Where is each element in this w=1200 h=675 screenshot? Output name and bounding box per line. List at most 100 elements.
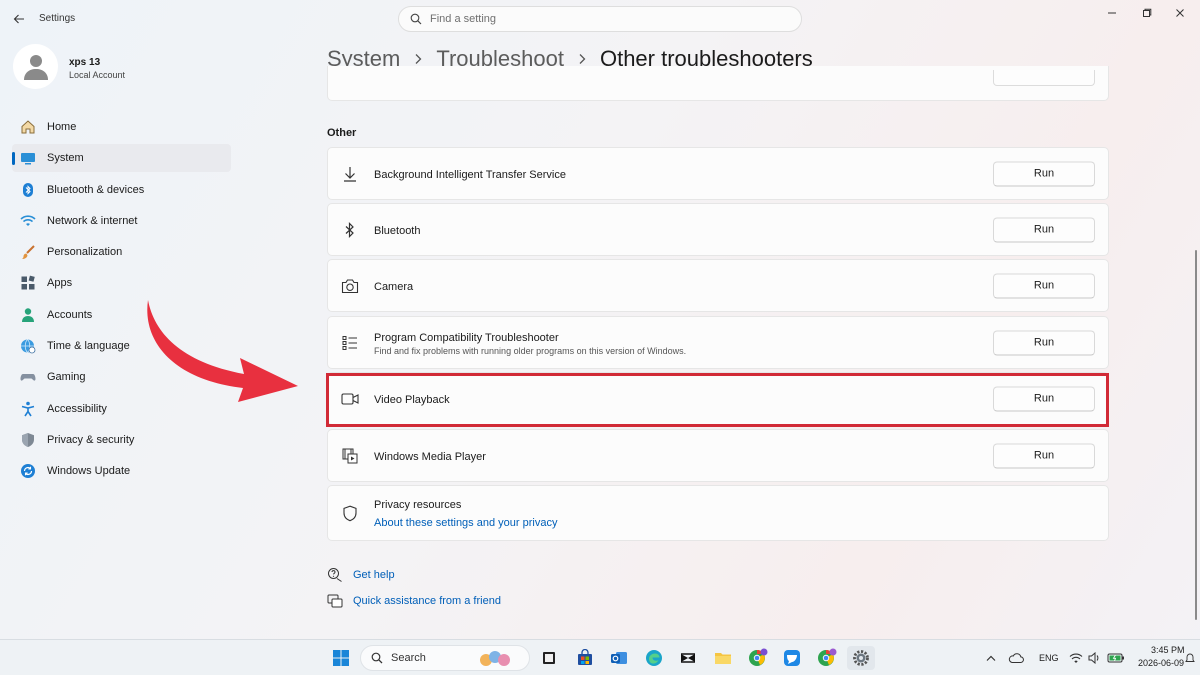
clock-time[interactable]: 3:45 PM [1151, 645, 1185, 655]
minimize-button[interactable] [1095, 4, 1129, 22]
notifications-button[interactable] [1183, 646, 1197, 670]
row-label: Windows Media Player [374, 451, 486, 463]
windows-logo-icon [333, 650, 349, 666]
volume-control[interactable] [1085, 646, 1105, 670]
run-button[interactable]: Run [993, 330, 1095, 355]
previous-run-button[interactable] [993, 70, 1095, 86]
sidebar-item-privacy[interactable]: Privacy & security [12, 426, 231, 454]
language-indicator[interactable]: ENG [1039, 653, 1059, 663]
onedrive-button[interactable] [1006, 646, 1026, 670]
update-icon [20, 463, 36, 479]
profile-account-type: Local Account [69, 70, 126, 80]
search-icon [410, 13, 422, 25]
capcut-icon [681, 653, 695, 663]
close-icon [1176, 9, 1184, 17]
microsoft-store-button[interactable] [573, 646, 597, 670]
row-label: Program Compatibility Troubleshooter [374, 332, 559, 344]
row-label: Camera [374, 281, 414, 293]
chrome-profile-2-button[interactable] [815, 646, 839, 670]
zalo-button[interactable] [780, 646, 804, 670]
run-button[interactable]: Run [993, 443, 1095, 468]
network-status[interactable] [1066, 646, 1086, 670]
run-button[interactable]: Run [993, 273, 1095, 298]
clock-date[interactable]: 2026-06-09 [1138, 658, 1184, 668]
chevron-right-icon [578, 53, 586, 65]
home-icon [20, 119, 36, 135]
brush-icon [20, 244, 36, 260]
shield-icon [20, 432, 36, 448]
get-help-label: Get help [353, 569, 395, 581]
taskbar: Search ENG 3:45 PM 2026-06-09 [0, 639, 1200, 675]
troubleshooter-row-camera: Camera Run [327, 259, 1109, 312]
gear-icon [853, 650, 869, 666]
settings-app-button[interactable] [847, 646, 875, 670]
taskbar-search[interactable]: Search [360, 645, 530, 671]
search-box[interactable] [398, 6, 802, 32]
chrome-profile-1-button[interactable] [746, 646, 770, 670]
apps-icon [20, 275, 36, 291]
highlight-box [326, 373, 1109, 427]
get-help-link[interactable]: Get help [327, 566, 395, 584]
accounts-icon [20, 307, 36, 323]
sidebar-item-network[interactable]: Network & internet [12, 207, 231, 235]
back-arrow-icon [13, 14, 24, 24]
start-button[interactable] [329, 646, 353, 670]
maximize-button[interactable] [1130, 4, 1164, 22]
profile-name: xps 13 [69, 57, 101, 68]
edge-icon [646, 650, 662, 666]
folder-icon [715, 653, 731, 664]
search-input[interactable] [430, 13, 770, 25]
outlook-icon [611, 652, 627, 664]
user-profile[interactable]: xps 13 Local Account [13, 44, 233, 92]
section-title: Other [327, 127, 357, 139]
sidebar-item-windows-update[interactable]: Windows Update [12, 457, 231, 485]
privacy-link[interactable]: About these settings and your privacy [374, 517, 557, 529]
edge-button[interactable] [642, 646, 666, 670]
chevron-right-icon [414, 53, 422, 65]
cloud-icon [1008, 653, 1024, 663]
avatar [13, 44, 58, 89]
chrome-icon [818, 648, 837, 666]
shield-outline-icon [341, 504, 359, 522]
sidebar-item-personalization[interactable]: Personalization [12, 238, 231, 266]
camera-icon [341, 277, 359, 295]
troubleshooter-row-bluetooth: Bluetooth Run [327, 203, 1109, 256]
sidebar-item-label: Network & internet [47, 214, 138, 227]
capcut-button[interactable] [676, 646, 700, 670]
show-hidden-icons-button[interactable] [981, 646, 1001, 670]
taskbar-search-label: Search [391, 652, 426, 664]
privacy-title: Privacy resources [374, 499, 462, 511]
sidebar-item-label: System [47, 152, 84, 165]
troubleshooter-row-windows-media-player: Windows Media Player Run [327, 429, 1109, 482]
sidebar-item-system[interactable]: System [12, 144, 231, 173]
scrollbar[interactable] [1195, 250, 1197, 620]
battery-status[interactable] [1105, 646, 1127, 670]
outlook-button[interactable] [607, 646, 631, 670]
task-view-button[interactable] [537, 646, 561, 670]
quick-assist-icon [327, 593, 343, 609]
sidebar-item-label: Accessibility [47, 402, 107, 415]
privacy-resources-card: Privacy resources About these settings a… [327, 485, 1109, 541]
sidebar-item-label: Windows Update [47, 465, 131, 478]
search-icon [371, 652, 383, 664]
wifi-icon [1069, 653, 1083, 663]
restore-icon [1143, 8, 1152, 17]
back-button[interactable] [8, 8, 30, 30]
list-icon [341, 334, 359, 352]
task-view-icon [543, 652, 555, 664]
person-icon [23, 54, 48, 80]
store-icon [578, 649, 592, 665]
quick-assist-link[interactable]: Quick assistance from a friend [327, 592, 501, 610]
run-button[interactable]: Run [993, 161, 1095, 186]
sidebar-item-home[interactable]: Home [12, 113, 231, 141]
accessibility-icon [20, 401, 36, 417]
system-icon [20, 150, 36, 166]
sidebar-item-bluetooth[interactable]: Bluetooth & devices [12, 176, 231, 204]
title-bar: Settings [0, 0, 1200, 40]
close-button[interactable] [1163, 4, 1197, 22]
run-button[interactable]: Run [993, 217, 1095, 242]
chrome-icon [749, 648, 768, 666]
file-explorer-button[interactable] [711, 646, 735, 670]
wifi-icon [20, 213, 36, 229]
globe-clock-icon [20, 338, 36, 354]
